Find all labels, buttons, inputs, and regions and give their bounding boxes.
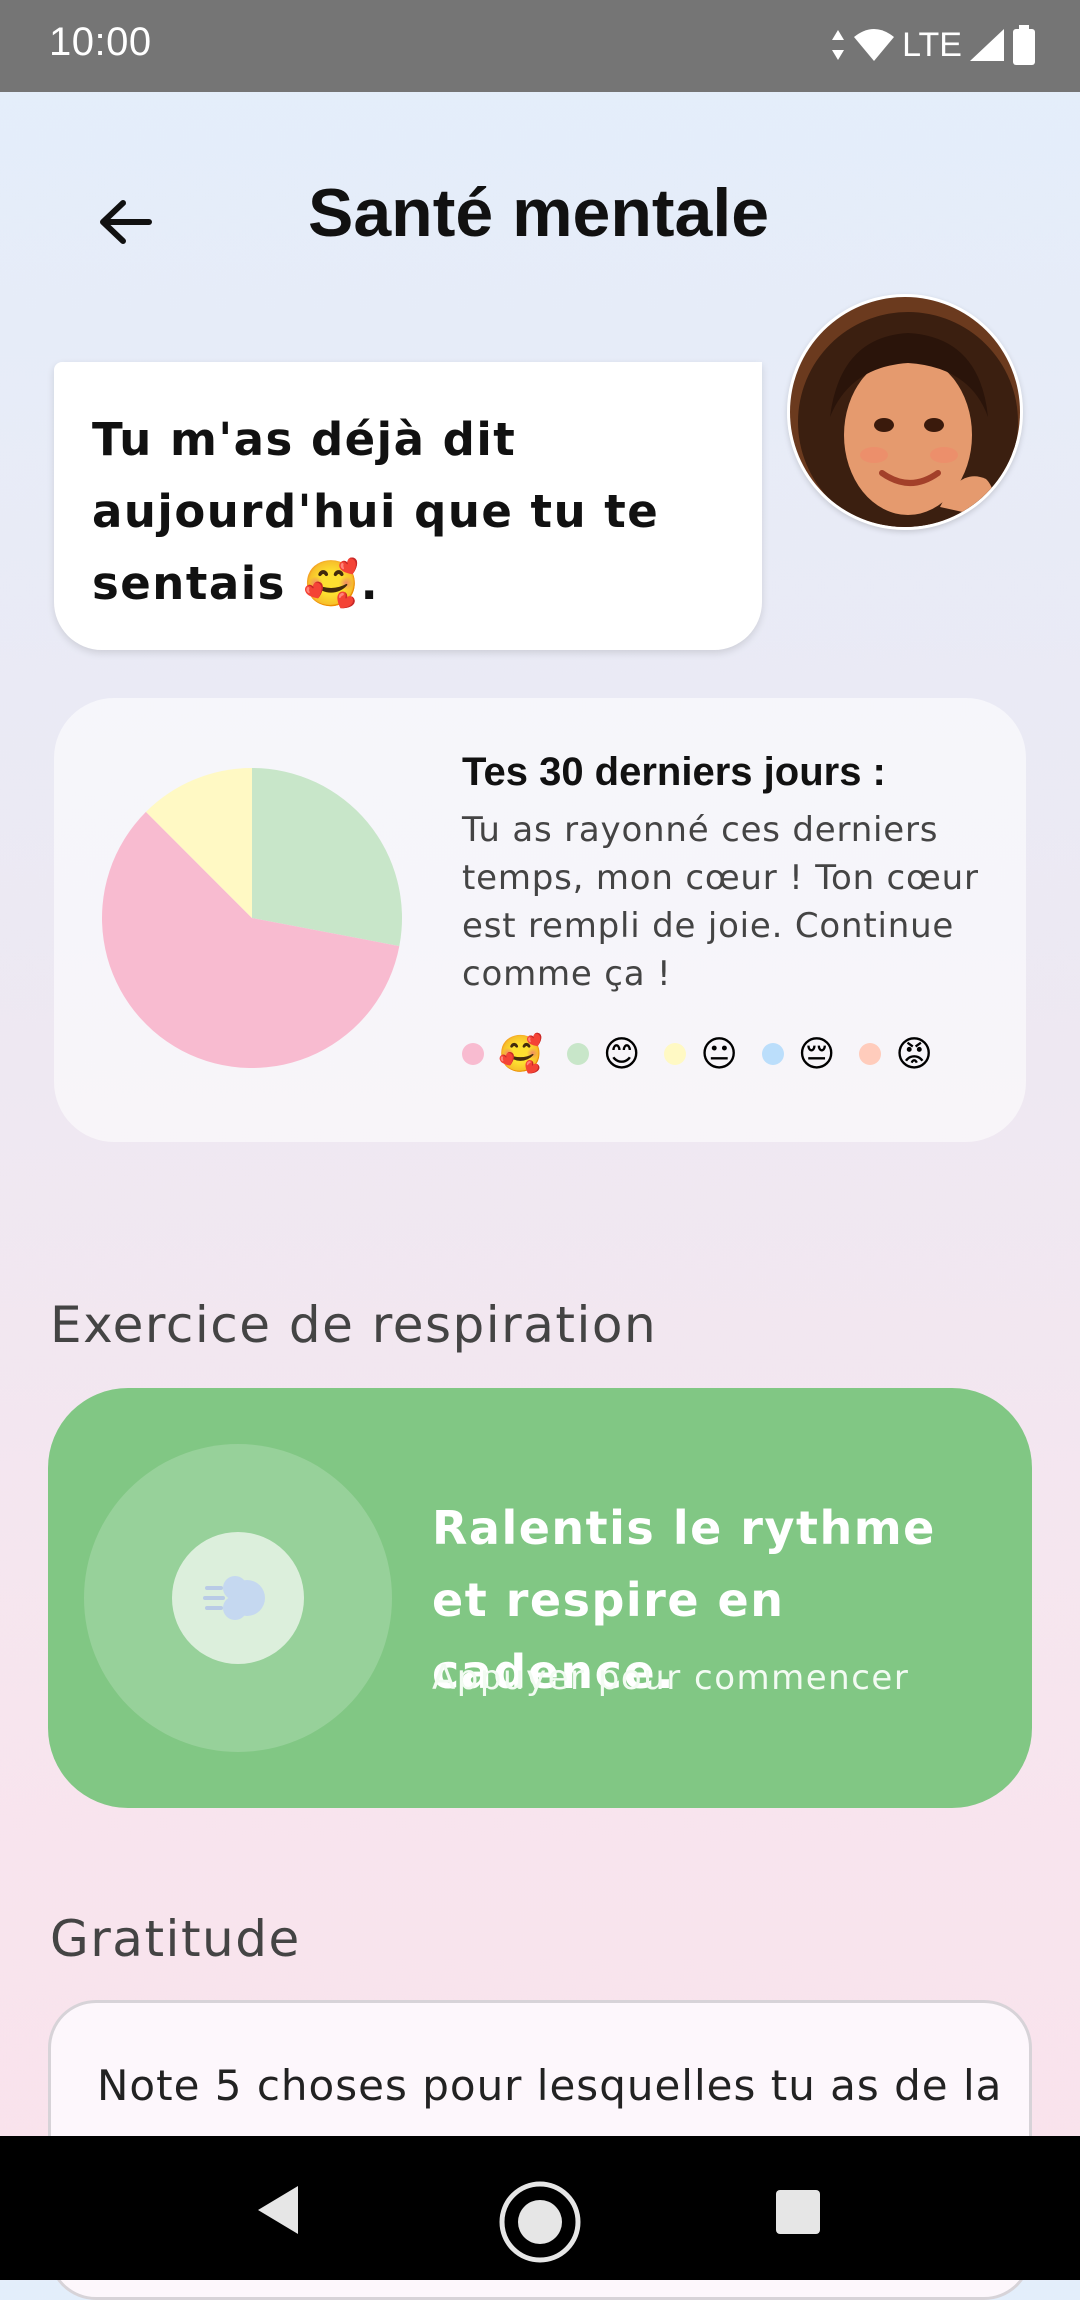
nav-back-button[interactable] bbox=[254, 2184, 304, 2236]
mood-legend: 🥰 😊 😐 😔 😡 bbox=[462, 1034, 947, 1074]
breathing-exercise-card[interactable]: Ralentis le rythme et respire en cadence… bbox=[48, 1388, 1032, 1808]
avatar-illustration bbox=[790, 297, 1020, 527]
network-label: LTE bbox=[902, 25, 962, 64]
legend-dot bbox=[566, 1043, 589, 1065]
gratitude-section-title: Gratitude bbox=[50, 1910, 301, 1968]
breathing-circle bbox=[172, 1532, 304, 1664]
legend-item: 😔 bbox=[761, 1033, 836, 1074]
avatar bbox=[787, 294, 1023, 530]
legend-dot bbox=[462, 1043, 484, 1065]
legend-dot bbox=[761, 1043, 784, 1065]
mood-pie-chart bbox=[101, 768, 402, 1068]
legend-emoji: 😐 bbox=[700, 1033, 738, 1074]
back-button[interactable] bbox=[90, 187, 160, 257]
status-time: 10:00 bbox=[49, 20, 152, 64]
assistant-message-text: Tu m'as déjà dit aujourd'hui que tu te s… bbox=[92, 413, 660, 610]
mood-summary-title: Tes 30 derniers jours : bbox=[462, 750, 886, 794]
page-title: Santé mentale bbox=[308, 175, 770, 251]
signal-icon bbox=[970, 29, 1004, 61]
arrow-left-icon bbox=[100, 200, 152, 244]
legend-emoji: 🥰 bbox=[498, 1033, 543, 1074]
status-icons: LTE bbox=[830, 22, 1036, 68]
legend-item: 🥰 bbox=[462, 1034, 543, 1074]
nav-recents-button[interactable] bbox=[776, 2190, 820, 2234]
pie-slice bbox=[252, 768, 402, 947]
wifi-icon bbox=[854, 29, 895, 61]
breathing-start-hint: Appuyer pour commencer bbox=[432, 1658, 910, 1698]
legend-item: 😊 bbox=[566, 1033, 641, 1074]
mood-summary-text: Tu as rayonné ces derniers temps, mon cœ… bbox=[462, 810, 979, 994]
nav-home-button[interactable] bbox=[498, 2180, 582, 2264]
mood-summary-card[interactable]: Tes 30 derniers jours : Tu as rayonné ce… bbox=[54, 698, 1026, 1142]
gratitude-prompt: Note 5 choses pour lesquelles tu as de l… bbox=[97, 2061, 1003, 2110]
legend-item: 😡 bbox=[859, 1034, 933, 1074]
system-nav-bar bbox=[0, 2136, 1080, 2280]
legend-emoji: 😔 bbox=[797, 1033, 836, 1074]
data-arrows-icon bbox=[832, 30, 845, 60]
status-bar: 10:00 LTE bbox=[0, 0, 1080, 92]
legend-emoji: 😊 bbox=[602, 1033, 641, 1074]
breathing-section-title: Exercice de respiration bbox=[50, 1296, 658, 1354]
legend-item: 😐 bbox=[664, 1034, 738, 1074]
legend-emoji: 😡 bbox=[895, 1033, 933, 1074]
wind-face-icon bbox=[203, 1576, 265, 1620]
assistant-message-bubble: Tu m'as déjà dit aujourd'hui que tu te s… bbox=[54, 362, 762, 650]
legend-dot bbox=[664, 1043, 687, 1065]
legend-dot bbox=[859, 1043, 882, 1065]
battery-icon bbox=[1013, 25, 1035, 65]
